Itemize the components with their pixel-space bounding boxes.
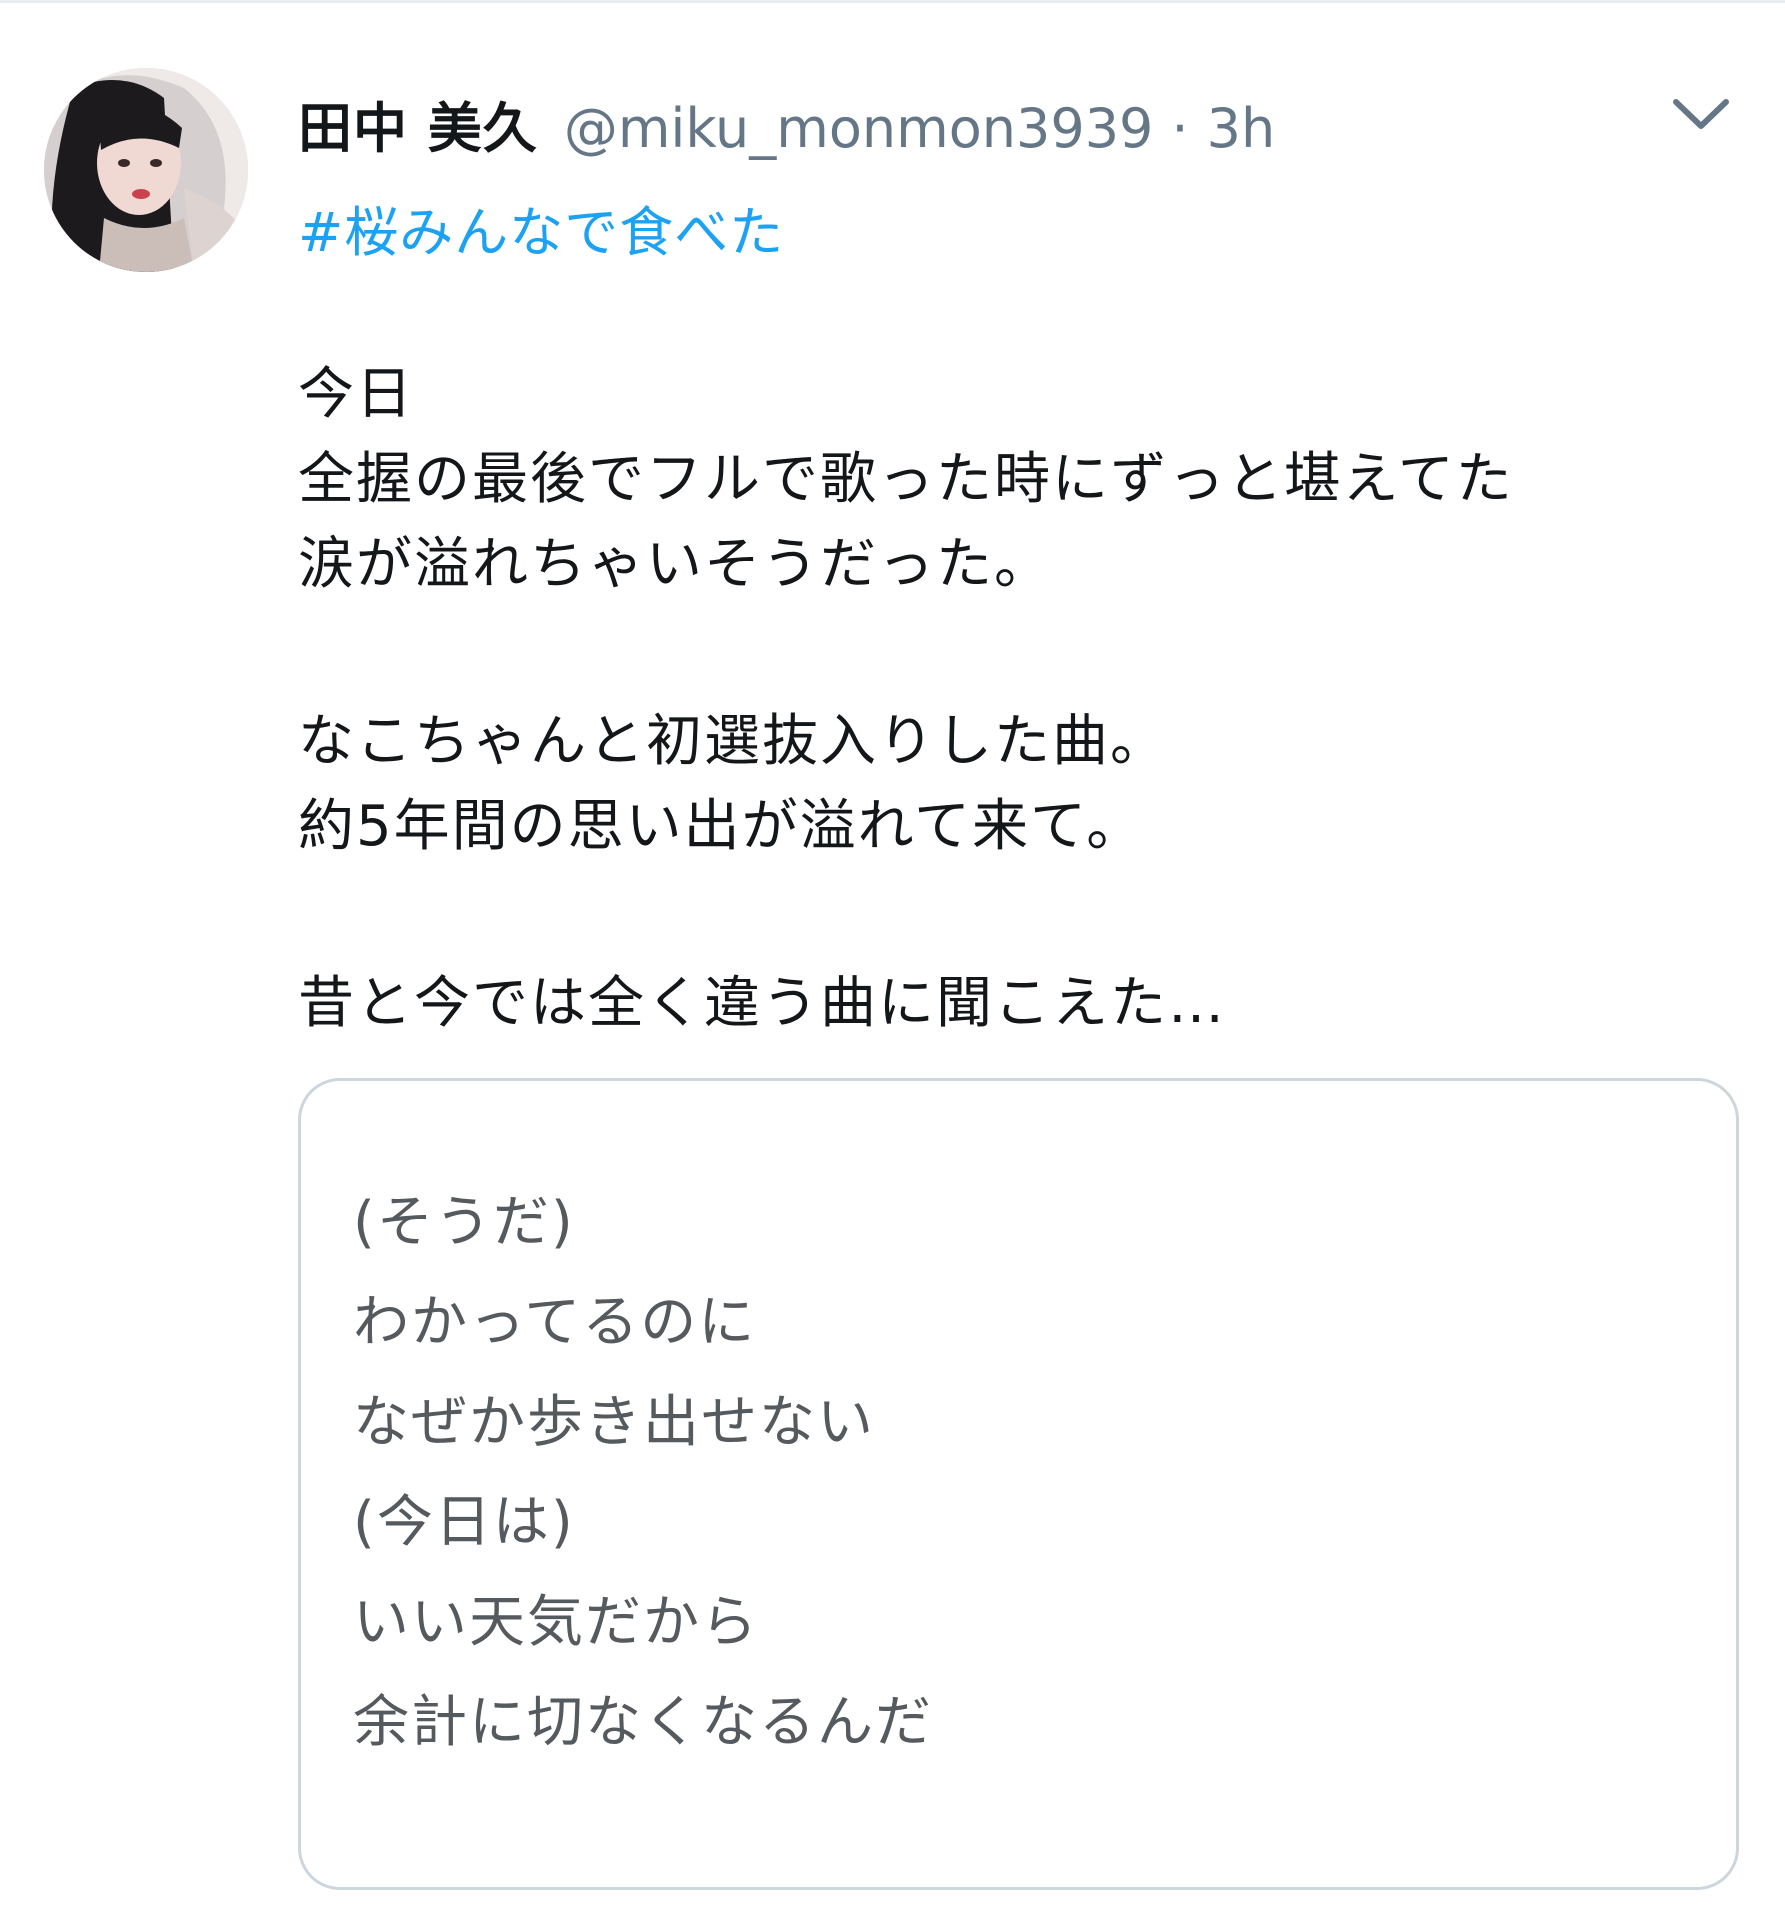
- tweet-text-line: なこちゃんと初選抜入りした曲。: [298, 709, 1168, 774]
- attached-image-line: (そうだ): [353, 1190, 575, 1255]
- avatar[interactable]: [44, 68, 248, 272]
- separator-dot: ·: [1171, 97, 1189, 160]
- attached-image-line: なぜか歩き出せない: [353, 1390, 875, 1455]
- tweet-text-line: 昔と今では全く違う曲に聞こえた…: [298, 971, 1226, 1036]
- chevron-down-icon: [1673, 99, 1729, 129]
- more-menu-button[interactable]: [1666, 92, 1736, 140]
- tweet-text-line: 全握の最後でフルで歌った時にずっと堪えてた: [298, 447, 1514, 512]
- attached-image[interactable]: (そうだ) わかってるのに なぜか歩き出せない (今日は) いい天気だから 余計…: [298, 1078, 1739, 1890]
- tweet: 田中 美久 @miku_monmon3939 · 3h #桜みんなで食べた 今日…: [0, 0, 1785, 1920]
- tweet-text-line: 涙が溢れちゃいそうだった。: [298, 532, 1052, 597]
- avatar-image: [44, 68, 248, 272]
- attached-image-line: いい天気だから: [353, 1590, 759, 1655]
- hashtag-link[interactable]: #桜みんなで食べた: [298, 188, 784, 267]
- attached-image-line: わかってるのに: [353, 1290, 757, 1355]
- attached-image-line: 余計に切なくなるんだ: [353, 1690, 933, 1755]
- tweet-text-line: 今日: [298, 362, 414, 427]
- attached-image-text: (そうだ) わかってるのに なぜか歩き出せない (今日は) いい天気だから 余計…: [353, 1173, 933, 1773]
- attached-image-line: (今日は): [353, 1490, 575, 1555]
- timestamp[interactable]: 3h: [1207, 97, 1276, 160]
- user-handle[interactable]: @miku_monmon3939: [564, 97, 1154, 160]
- tweet-text-line: 約5年間の思い出が溢れて来て。: [298, 794, 1145, 859]
- tweet-text: 今日 全握の最後でフルで歌った時にずっと堪えてた 涙が溢れちゃいそうだった。 な…: [298, 352, 1738, 1046]
- tweet-header: 田中 美久 @miku_monmon3939 · 3h: [298, 84, 1275, 160]
- display-name[interactable]: 田中 美久: [298, 84, 538, 163]
